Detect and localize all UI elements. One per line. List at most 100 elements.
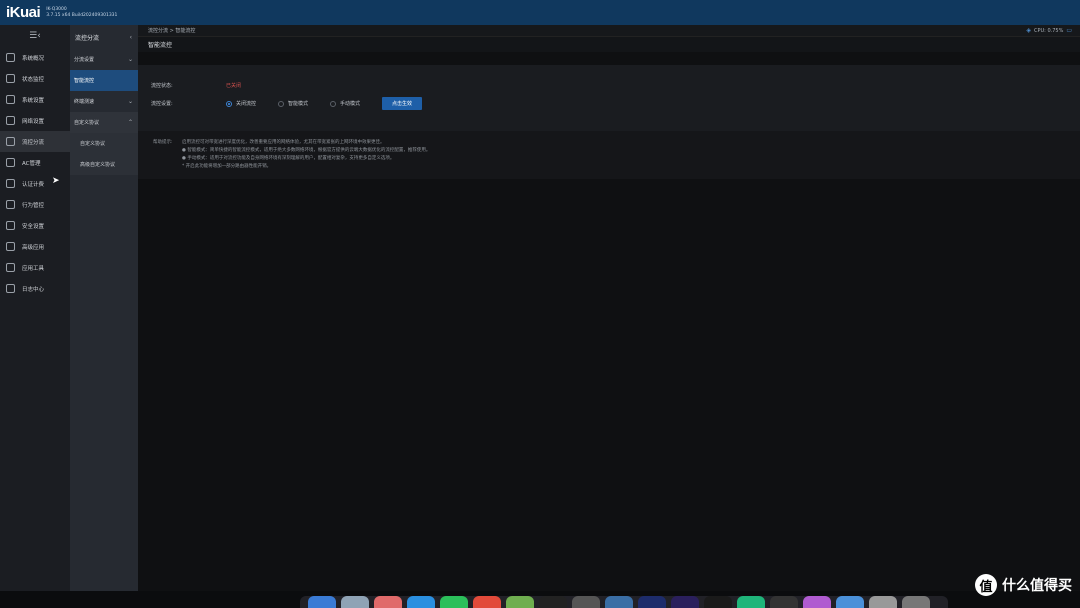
trash-icon[interactable]: [902, 596, 930, 608]
sidebar-item-2[interactable]: 系统设置: [0, 89, 70, 110]
sidebar-item-1[interactable]: 状态监控: [0, 68, 70, 89]
dock-app-icon[interactable]: [836, 596, 864, 608]
dock-app-icon[interactable]: [671, 596, 699, 608]
radio-label: 关闭流控: [236, 101, 257, 107]
help-line: ● 智能模式：简单快捷的智能流控模式，适用于绝大多数网络环境，根据官方提供的云端…: [182, 148, 431, 153]
subnav-item-speedtest[interactable]: 终端测速 ⌄: [70, 91, 138, 112]
monitor-icon[interactable]: ▭: [1066, 27, 1072, 34]
log-icon: [6, 284, 15, 293]
sidebar-item-label: 日志中心: [22, 286, 45, 293]
firewall-icon: [6, 221, 15, 230]
sidebar-item-label: 行为管控: [22, 202, 45, 209]
radio-manual[interactable]: 手动模式: [330, 100, 360, 107]
sidebar-toggle-icon[interactable]: ☰‹: [0, 25, 70, 47]
breadcrumb-bar: 流控分流 > 智能流控 ◈ CPU: 0.75% ▭: [138, 25, 1080, 37]
sidebar-item-4[interactable]: 流控分流: [0, 131, 70, 152]
dock-app-icon[interactable]: [638, 596, 666, 608]
dock-app-icon[interactable]: [539, 596, 567, 608]
dock-app-icon[interactable]: [407, 596, 435, 608]
dock-app-icon[interactable]: [737, 596, 765, 608]
dock-app-icon[interactable]: [308, 596, 336, 608]
dock-app-icon[interactable]: [341, 596, 369, 608]
radio-label: 智能模式: [288, 101, 309, 107]
collapse-icon[interactable]: ‹: [130, 34, 132, 41]
help-line: ● 手动模式：适用于对流控功能及自身网络环境有深刻理解的用户，配置相对复杂，支持…: [182, 156, 395, 161]
mac-dock: [300, 596, 948, 608]
apply-button[interactable]: 点击生效: [382, 97, 423, 110]
subnav-item-custom-protocol[interactable]: 自定义协议 ⌃: [70, 112, 138, 133]
dock-app-icon[interactable]: [704, 596, 732, 608]
setting-row: 流控设置: 关闭流控 智能模式 手动模式 点击生效: [151, 97, 423, 110]
breadcrumb: 流控分流 > 智能流控: [148, 28, 196, 34]
status-value: 已关闭: [226, 83, 242, 89]
sidebar-item-label: 高级应用: [22, 244, 45, 251]
dock-app-icon[interactable]: [473, 596, 501, 608]
device-info: IK-Q3000 3.7.15 x64 Build202409301331: [46, 7, 117, 19]
dock-app-icon[interactable]: [803, 596, 831, 608]
monitor-icon: [6, 74, 15, 83]
watermark-logo: 值: [975, 574, 997, 596]
advanced-icon: [6, 242, 15, 251]
sidebar-item-7[interactable]: 行为管控: [0, 194, 70, 215]
sidebar-item-label: 流控分流: [22, 139, 45, 146]
radio-off[interactable]: 关闭流控: [226, 100, 256, 107]
sidebar-item-8[interactable]: 安全设置: [0, 215, 70, 236]
dock-app-icon[interactable]: [572, 596, 600, 608]
firmware-version: 3.7.15 x64 Build202409301331: [46, 12, 118, 18]
cpu-indicator: ◈ CPU: 0.75% ▭: [1026, 27, 1072, 34]
radio-label: 手动模式: [340, 101, 361, 107]
cpu-icon: ◈: [1026, 27, 1031, 34]
subnav-label: 自定义协议: [74, 120, 100, 126]
sub-sidebar: 流控分流 ‹ 分流设置 ⌄ 智能流控 终端测速 ⌄ 自定义协议 ⌃ 自定义协议 …: [70, 25, 138, 591]
sub-sidebar-header: 流控分流 ‹: [70, 25, 138, 49]
id-card-icon: [6, 179, 15, 188]
radio-unselected-icon: [330, 100, 337, 107]
sidebar-item-3[interactable]: 网络设置: [0, 110, 70, 131]
dock-app-icon[interactable]: [770, 596, 798, 608]
sidebar-item-10[interactable]: 应用工具: [0, 257, 70, 278]
sidebar-item-label: 状态监控: [22, 76, 45, 83]
main-sidebar: ☰‹ 系统概况状态监控系统设置网络设置流控分流 AC管理认证计费行为管控安全设置高…: [0, 25, 70, 591]
wifi-icon: [6, 158, 15, 167]
chevron-down-icon: ⌄: [127, 56, 133, 63]
help-text: 启用流控可对带宽进行深度优化，改善重要应用的网络体验，尤其在带宽紧张的上网环境中…: [182, 139, 430, 171]
subnav-child-advanced-protocol[interactable]: 高级自定义协议: [70, 154, 138, 175]
dock-app-icon[interactable]: [440, 596, 468, 608]
sub-sidebar-title: 流控分流: [75, 34, 100, 42]
dock-app-icon[interactable]: [374, 596, 402, 608]
sidebar-item-9[interactable]: 高级应用: [0, 236, 70, 257]
watermark-text: 什么值得买: [1002, 578, 1072, 594]
sidebar-item-label: 系统设置: [22, 97, 45, 104]
help-line: * 开启此功能将增加一部分路由器性能开销。: [182, 164, 272, 169]
subnav-item-smart-flow[interactable]: 智能流控: [70, 70, 138, 91]
setting-label: 流控设置:: [151, 101, 173, 107]
chevron-down-icon: ⌄: [127, 98, 133, 105]
dock-app-icon[interactable]: [605, 596, 633, 608]
arrows-icon: [6, 200, 15, 209]
tools-icon: [6, 263, 15, 272]
subnav-item-diversion[interactable]: 分流设置 ⌄: [70, 49, 138, 70]
help-box: 帮助提示: 启用流控可对带宽进行深度优化，改善重要应用的网络体验，尤其在带宽紧张…: [138, 131, 1080, 179]
status-row: 流控状态: 已关闭: [151, 82, 241, 89]
status-label: 流控状态:: [151, 83, 173, 89]
gear-icon: [6, 95, 15, 104]
subnav-label: 终端测速: [74, 99, 95, 105]
radio-unselected-icon: [278, 100, 285, 107]
sidebar-item-label: 认证计费: [22, 181, 45, 188]
mouse-pointer-icon: ➤: [52, 176, 60, 186]
subnav-label: 智能流控: [74, 78, 95, 84]
radio-smart[interactable]: 智能模式: [278, 100, 308, 107]
ikuai-logo: iKuai: [6, 4, 41, 21]
help-line: 启用流控可对带宽进行深度优化，改善重要应用的网络体验，尤其在带宽紧张的上网环境中…: [182, 140, 385, 145]
top-bar: iKuai IK-Q3000 3.7.15 x64 Build202409301…: [0, 0, 1080, 25]
dock-app-icon[interactable]: [869, 596, 897, 608]
sidebar-item-5[interactable]: AC管理: [0, 152, 70, 173]
subnav-label: 分流设置: [74, 57, 95, 63]
flow-icon: [6, 137, 15, 146]
settings-panel: 流控状态: 已关闭 流控设置: 关闭流控 智能模式 手动模式 点击生效 帮助提示…: [138, 65, 1080, 179]
chevron-up-icon: ⌃: [127, 119, 133, 126]
sidebar-item-11[interactable]: 日志中心: [0, 278, 70, 299]
sidebar-item-0[interactable]: 系统概况: [0, 47, 70, 68]
subnav-child-custom-protocol[interactable]: 自定义协议: [70, 133, 138, 154]
dock-app-icon[interactable]: [506, 596, 534, 608]
